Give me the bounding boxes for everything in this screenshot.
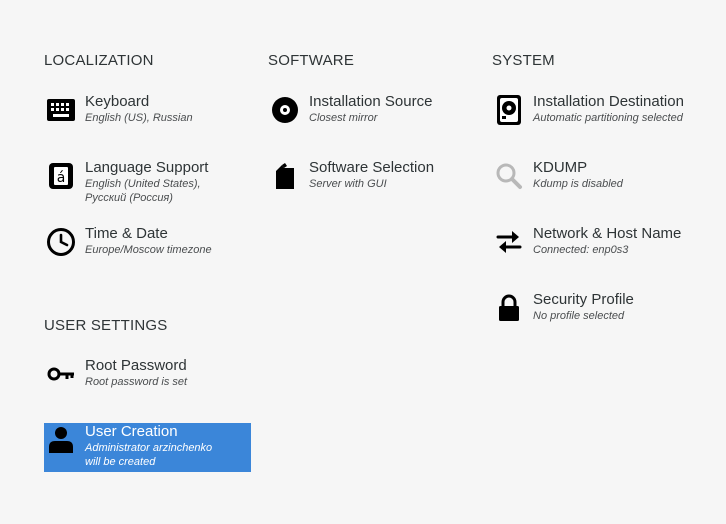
localization-header: LOCALIZATION bbox=[44, 52, 154, 69]
spoke-user-creation[interactable]: User Creation Administrator arzinchenko … bbox=[44, 423, 251, 472]
clock-icon bbox=[44, 225, 78, 259]
software-selection-status: Server with GUI bbox=[309, 178, 387, 190]
security-title: Security Profile bbox=[533, 291, 634, 308]
user-settings-header: USER SETTINGS bbox=[44, 317, 168, 334]
spoke-installation-destination[interactable]: Installation Destination Automatic parti… bbox=[492, 93, 712, 127]
user-creation-status-line1: Administrator arzinchenko bbox=[85, 442, 213, 454]
spoke-root-password[interactable]: Root Password Root password is set bbox=[44, 357, 250, 391]
time-date-status: Europe/Moscow timezone bbox=[85, 244, 212, 256]
root-password-status: Root password is set bbox=[85, 376, 188, 388]
spoke-installation-source[interactable]: Installation Source Closest mirror bbox=[268, 93, 474, 127]
user-creation-title: User Creation bbox=[85, 423, 178, 440]
spoke-network-host-name[interactable]: Network & Host Name Connected: enp0s3 bbox=[492, 225, 712, 259]
kdump-title: KDUMP bbox=[533, 159, 588, 176]
language-status-line2: Русский (Россия) bbox=[85, 192, 173, 204]
installation-source-title: Installation Source bbox=[309, 93, 433, 110]
magnifier-icon bbox=[492, 159, 526, 193]
disc-icon bbox=[268, 93, 302, 127]
spoke-time-date[interactable]: Time & Date Europe/Moscow timezone bbox=[44, 225, 250, 259]
root-password-title: Root Password bbox=[85, 357, 187, 374]
installation-source-status: Closest mirror bbox=[309, 112, 378, 124]
user-creation-status-line2: will be created bbox=[85, 456, 156, 468]
keyboard-status: English (US), Russian bbox=[85, 112, 193, 124]
network-status: Connected: enp0s3 bbox=[533, 244, 629, 256]
language-icon: á bbox=[44, 159, 78, 193]
network-arrows-icon bbox=[492, 225, 526, 259]
spoke-software-selection[interactable]: Software Selection Server with GUI bbox=[268, 159, 474, 193]
security-status: No profile selected bbox=[533, 310, 625, 322]
svg-text:á: á bbox=[57, 170, 66, 186]
installation-destination-status: Automatic partitioning selected bbox=[533, 112, 683, 124]
language-status-line1: English (United States), bbox=[85, 178, 201, 190]
spoke-security-profile[interactable]: Security Profile No profile selected bbox=[492, 291, 712, 325]
language-title: Language Support bbox=[85, 159, 209, 176]
software-selection-title: Software Selection bbox=[309, 159, 435, 176]
system-header: SYSTEM bbox=[492, 52, 555, 69]
installation-destination-title: Installation Destination bbox=[533, 93, 684, 110]
hard-drive-icon bbox=[492, 93, 526, 127]
spoke-kdump[interactable]: KDUMP Kdump is disabled bbox=[492, 159, 712, 193]
software-header: SOFTWARE bbox=[268, 52, 355, 69]
keyboard-title: Keyboard bbox=[85, 93, 150, 110]
spoke-keyboard[interactable]: Keyboard English (US), Russian bbox=[44, 93, 250, 127]
user-icon bbox=[44, 423, 78, 457]
key-icon bbox=[44, 357, 78, 391]
package-icon bbox=[268, 159, 302, 193]
spoke-language-support[interactable]: á Language Support English (United State… bbox=[44, 159, 250, 205]
kdump-status: Kdump is disabled bbox=[533, 178, 623, 190]
time-date-title: Time & Date bbox=[85, 225, 168, 242]
keyboard-icon bbox=[44, 93, 78, 127]
lock-icon bbox=[492, 291, 526, 325]
network-title: Network & Host Name bbox=[533, 225, 682, 242]
